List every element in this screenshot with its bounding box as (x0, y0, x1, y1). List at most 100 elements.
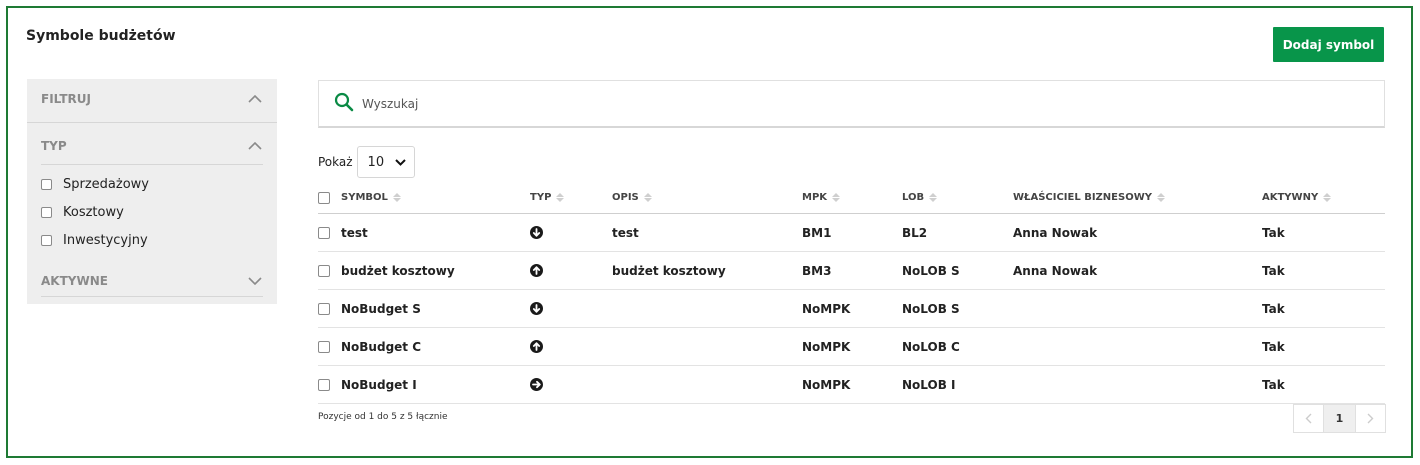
table-row[interactable]: NoBudget C NoMPK NoLOB C Tak (318, 328, 1385, 366)
cell-business-owner: Anna Nowak (1013, 263, 1098, 278)
row-checkbox[interactable] (318, 340, 330, 353)
type-option-sales[interactable]: Sprzedażowy (41, 177, 149, 192)
filter-panel: FILTRUJ TYP Sprzedażowy Kosztowy Inwesty… (27, 79, 277, 304)
type-option-label: Sprzedażowy (63, 177, 149, 192)
table-row[interactable]: NoBudget S NoMPK NoLOB S Tak (318, 290, 1385, 328)
page-title: Symbole budżetów (26, 28, 176, 44)
column-label: SYMBOL (341, 192, 388, 203)
page-size-value: 10 (367, 154, 385, 170)
sort-icon (1323, 193, 1332, 202)
cell-active: Tak (1262, 339, 1285, 354)
type-option-label: Inwestycyjny (63, 233, 148, 248)
select-all-cell (318, 182, 330, 213)
type-section-header[interactable]: TYP (41, 139, 263, 153)
budget-symbols-table: SYMBOL TYP OPIS MPK LOB WŁAŚCICIEL BIZNE… (318, 182, 1385, 404)
arrow-down-circle-icon (530, 302, 543, 315)
cell-lob: NoLOB I (902, 377, 956, 392)
row-checkbox[interactable] (318, 264, 330, 277)
next-page-button[interactable] (1355, 404, 1386, 433)
cell-mpk: NoMPK (802, 377, 851, 392)
type-option-investment[interactable]: Inwestycyjny (41, 233, 148, 248)
cell-description: budżet kosztowy (612, 263, 726, 278)
cell-mpk: BM1 (802, 225, 832, 240)
column-label: TYP (530, 192, 552, 203)
active-section-header[interactable]: AKTYWNE (41, 274, 263, 288)
checkbox[interactable] (41, 235, 52, 246)
arrow-up-circle-icon (530, 264, 543, 277)
column-header-type[interactable]: TYP (530, 182, 565, 213)
cell-symbol: NoBudget S (341, 301, 421, 316)
type-section-title: TYP (41, 139, 67, 153)
row-select-cell (318, 252, 330, 289)
cell-symbol: NoBudget C (341, 339, 422, 354)
page-size-label: Pokaż (318, 155, 353, 169)
cell-active: Tak (1262, 301, 1285, 316)
page-size-control: Pokaż 10 (318, 146, 415, 178)
table-body: test test BM1 BL2 Anna Nowak Tak budżet koszto… (318, 214, 1385, 404)
pagination-info: Pozycje od 1 do 5 z 5 łącznie (318, 412, 448, 422)
row-select-cell (318, 328, 330, 365)
table-row[interactable]: test test BM1 BL2 Anna Nowak Tak (318, 214, 1385, 252)
sort-icon (643, 193, 652, 202)
filter-divider (27, 122, 277, 123)
table-header-row: SYMBOL TYP OPIS MPK LOB WŁAŚCICIEL BIZNE… (318, 182, 1385, 214)
cell-mpk: BM3 (802, 263, 832, 278)
checkbox[interactable] (41, 207, 52, 218)
cell-business-owner: Anna Nowak (1013, 225, 1098, 240)
cell-mpk: NoMPK (802, 301, 851, 316)
cell-symbol: test (341, 225, 368, 240)
type-divider (41, 164, 263, 165)
cell-symbol: budżet kosztowy (341, 263, 455, 278)
column-header-lob[interactable]: LOB (902, 182, 938, 213)
chevron-down-icon[interactable] (247, 276, 263, 286)
row-checkbox[interactable] (318, 226, 330, 239)
column-header-active[interactable]: AKTYWNY (1262, 182, 1332, 213)
table-row[interactable]: NoBudget I NoMPK NoLOB I Tak (318, 366, 1385, 404)
cell-active: Tak (1262, 225, 1285, 240)
row-checkbox[interactable] (318, 302, 330, 315)
pagination: 1 (1293, 404, 1386, 433)
select-all-checkbox[interactable] (318, 191, 330, 204)
column-label: LOB (902, 192, 925, 203)
chevron-up-icon[interactable] (247, 141, 263, 151)
arrow-up-circle-icon (530, 340, 543, 353)
arrow-right-circle-icon (530, 378, 543, 391)
cell-active: Tak (1262, 263, 1285, 278)
page-size-select[interactable]: 10 (356, 146, 415, 178)
chevron-up-icon[interactable] (247, 94, 263, 104)
column-label: OPIS (612, 192, 639, 203)
prev-page-button[interactable] (1293, 404, 1324, 433)
column-label: MPK (802, 192, 828, 203)
cell-mpk: NoMPK (802, 339, 851, 354)
type-option-cost[interactable]: Kosztowy (41, 205, 124, 220)
sort-icon (1156, 193, 1165, 202)
column-header-mpk[interactable]: MPK (802, 182, 841, 213)
row-checkbox[interactable] (318, 378, 330, 391)
checkbox[interactable] (41, 179, 52, 190)
add-symbol-button[interactable]: Dodaj symbol (1273, 27, 1384, 62)
column-header-symbol[interactable]: SYMBOL (341, 182, 401, 213)
column-header-description[interactable]: OPIS (612, 182, 652, 213)
row-select-cell (318, 290, 330, 327)
page-button-1[interactable]: 1 (1324, 404, 1355, 433)
filter-header[interactable]: FILTRUJ (41, 92, 263, 106)
active-section-title: AKTYWNE (41, 274, 108, 288)
cell-symbol: NoBudget I (341, 377, 417, 392)
arrow-down-circle-icon (530, 226, 543, 239)
cell-type (530, 328, 543, 365)
page-frame: Symbole budżetów Dodaj symbol FILTRUJ TY… (6, 6, 1413, 458)
cell-type (530, 290, 543, 327)
column-header-business-owner[interactable]: WŁAŚCICIEL BIZNESOWY (1013, 182, 1165, 213)
sort-icon (929, 193, 938, 202)
search-icon (334, 92, 362, 116)
cell-description: test (612, 225, 639, 240)
cell-lob: BL2 (902, 225, 928, 240)
row-select-cell (318, 214, 330, 251)
search-input[interactable] (362, 96, 1262, 111)
cell-lob: NoLOB C (902, 339, 960, 354)
cell-lob: NoLOB S (902, 301, 960, 316)
column-label: WŁAŚCICIEL BIZNESOWY (1013, 192, 1152, 203)
cell-lob: NoLOB S (902, 263, 960, 278)
chevron-down-icon (394, 155, 406, 170)
table-row[interactable]: budżet kosztowy budżet kosztowy BM3 NoLOB S… (318, 252, 1385, 290)
